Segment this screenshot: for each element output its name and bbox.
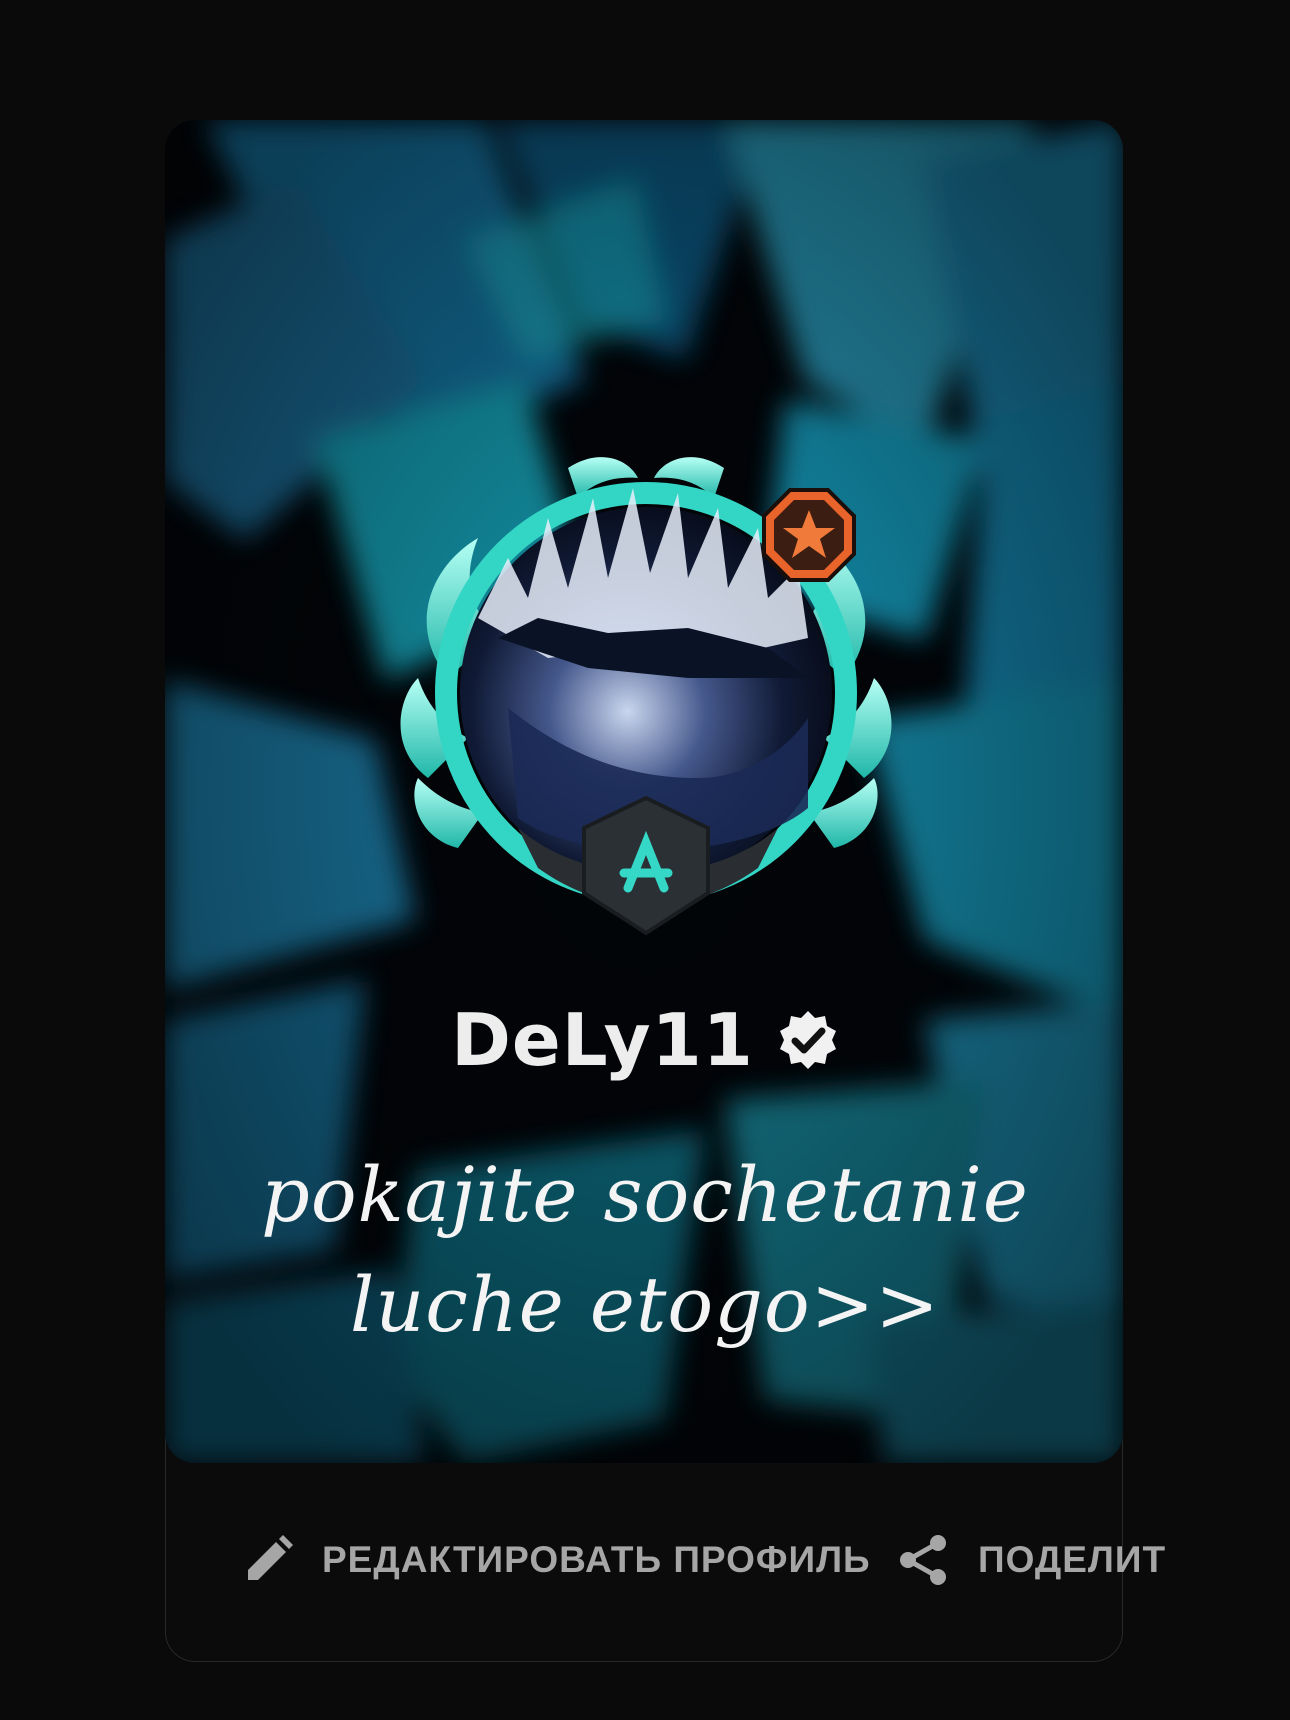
username: DeLy11	[451, 998, 754, 1082]
share-button[interactable]: ПОДЕЛИТ	[900, 1530, 1166, 1590]
bio-line-1: pokajite sochetanie	[261, 1150, 1029, 1239]
edit-profile-button[interactable]: РЕДАКТИРОВАТЬ ПРОФИЛЬ	[242, 1530, 871, 1590]
rank-star-icon[interactable]	[760, 486, 858, 584]
username-row: DeLy11	[0, 995, 1290, 1085]
share-label: ПОДЕЛИТ	[978, 1539, 1167, 1580]
pencil-icon	[248, 1535, 293, 1580]
profile-bio: pokajite sochetanie luche etogo>>	[200, 1140, 1090, 1360]
bio-line-2: luche etogo>>	[350, 1260, 940, 1349]
profile-actions: РЕДАКТИРОВАТЬ ПРОФИЛЬ ПОДЕЛИТ	[0, 1530, 1290, 1590]
profile-screen: DeLy11 pokajite sochetanie luche etogo>>…	[0, 0, 1290, 1720]
share-icon	[900, 1535, 946, 1585]
verified-badge-icon	[779, 1011, 836, 1069]
edit-profile-label: РЕДАКТИРОВАТЬ ПРОФИЛЬ	[322, 1539, 871, 1580]
